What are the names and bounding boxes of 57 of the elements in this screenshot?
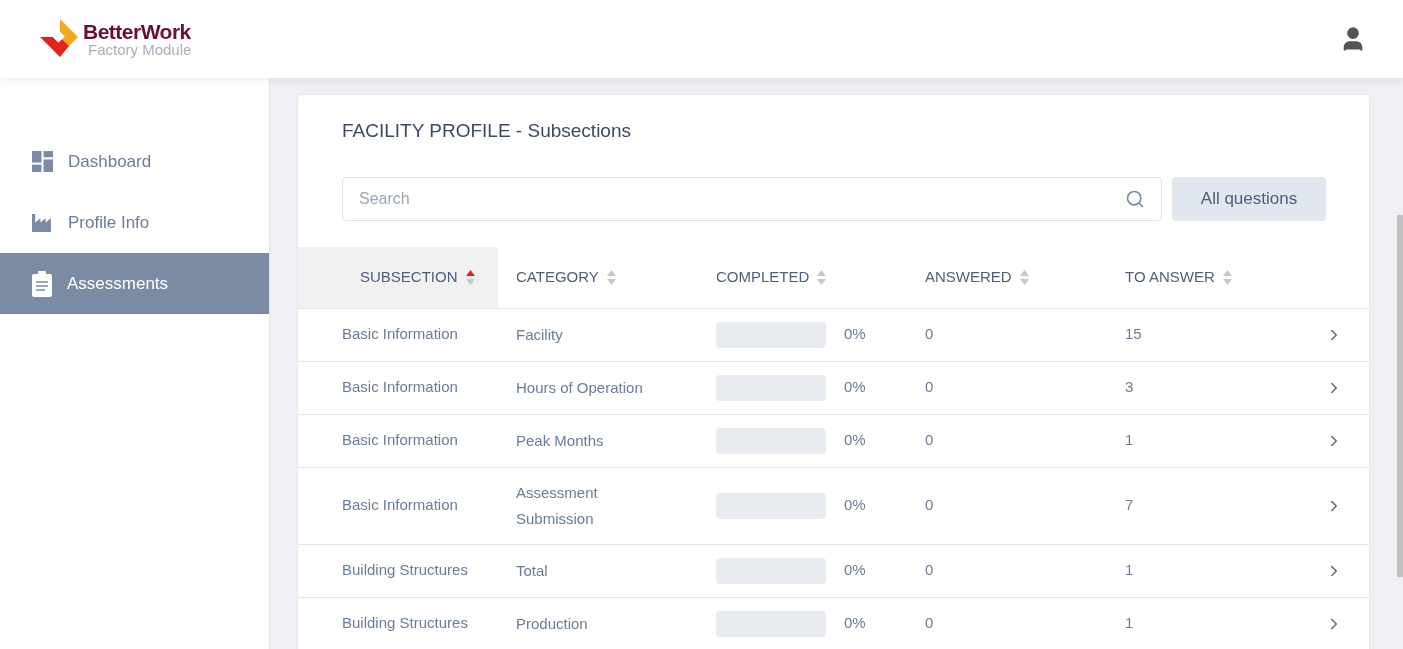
- brand-subtitle: Factory Module: [88, 42, 192, 57]
- sidebar-item[interactable]: Dashboard: [0, 131, 269, 192]
- table-cell-text: 0%: [844, 377, 866, 398]
- table-cell-text: 0%: [844, 560, 866, 581]
- table-cell-text: 3: [1125, 377, 1135, 398]
- table-cell-text: 0%: [844, 430, 866, 451]
- table-cell-text: 1: [1125, 430, 1135, 451]
- table-cell-text: 0: [925, 377, 935, 398]
- search-field[interactable]: Search: [342, 176, 1162, 221]
- table-cell-text: 0: [925, 495, 935, 516]
- table-cell-text: Building Structures: [342, 560, 469, 581]
- table-cell-text: 0: [925, 560, 935, 581]
- table-row[interactable]: Basic Information Facility 0% 0 15: [298, 308, 1369, 362]
- sidebar-item[interactable]: Profile Info: [0, 192, 269, 253]
- factory-icon: [32, 212, 53, 233]
- table-cell-text: Production: [516, 613, 589, 634]
- table-cell-text: Basic Information: [342, 495, 459, 516]
- column-header[interactable]: SUBSECTION: [298, 246, 498, 308]
- brand-name: BetterWork: [83, 21, 192, 42]
- clipboard-icon: [32, 270, 52, 297]
- column-header[interactable]: TO ANSWER: [1125, 246, 1369, 308]
- all-questions-button[interactable]: All questions: [1172, 176, 1326, 221]
- column-header[interactable]: COMPLETED: [716, 246, 925, 308]
- table-cell-text: 0%: [844, 495, 866, 516]
- table-cell-text: Facility: [516, 324, 564, 345]
- table-cell-text: 0%: [844, 324, 866, 345]
- column-header[interactable]: CATEGORY: [498, 246, 716, 308]
- table-row[interactable]: Building Structures Total 0% 0 1: [298, 544, 1369, 598]
- sort-icon[interactable]: [465, 269, 475, 285]
- sidebar-item[interactable]: Assessments: [0, 253, 269, 314]
- table-cell-text: 1: [1125, 613, 1135, 634]
- column-header[interactable]: ANSWERED: [925, 246, 1125, 308]
- table-cell-text: Assessment Submission: [516, 482, 599, 529]
- table-cell-text: Basic Information: [342, 377, 459, 398]
- table-cell-text: Peak Months: [516, 430, 605, 451]
- dashboard-icon: [32, 151, 53, 172]
- card-title: FACILITY PROFILE - Subsections: [341, 119, 632, 143]
- table-cell-text: 1: [1125, 560, 1135, 581]
- table-row[interactable]: Building Structures Production 0% 0 1: [298, 597, 1369, 649]
- table-cell-text: 0: [925, 613, 935, 634]
- table-row[interactable]: Basic Information Assessment Submission 0% 0 7: [298, 467, 1369, 545]
- table-cell-text: Building Structures: [342, 613, 469, 634]
- table-cell-text: 0: [925, 430, 935, 451]
- search-icon: [1125, 188, 1145, 209]
- table-cell-text: Hours of Operation: [516, 377, 644, 398]
- table-cell-text: Basic Information: [342, 430, 459, 451]
- logo-icon: [40, 19, 80, 59]
- table-cell-text: Basic Information: [342, 324, 459, 345]
- table-cell-text: 0: [925, 324, 935, 345]
- search-input[interactable]: Search: [359, 186, 1125, 211]
- table-cell-text: 15: [1125, 324, 1143, 345]
- table-cell-text: 0%: [844, 613, 866, 634]
- scrollbar-thumb[interactable]: [1397, 215, 1403, 577]
- table-row[interactable]: Basic Information Hours of Operation 0% 0 3: [298, 361, 1369, 415]
- table-row[interactable]: Basic Information Peak Months 0% 0 1: [298, 414, 1369, 468]
- table-cell-text: 7: [1125, 495, 1135, 516]
- table-cell-text: Total: [516, 560, 549, 581]
